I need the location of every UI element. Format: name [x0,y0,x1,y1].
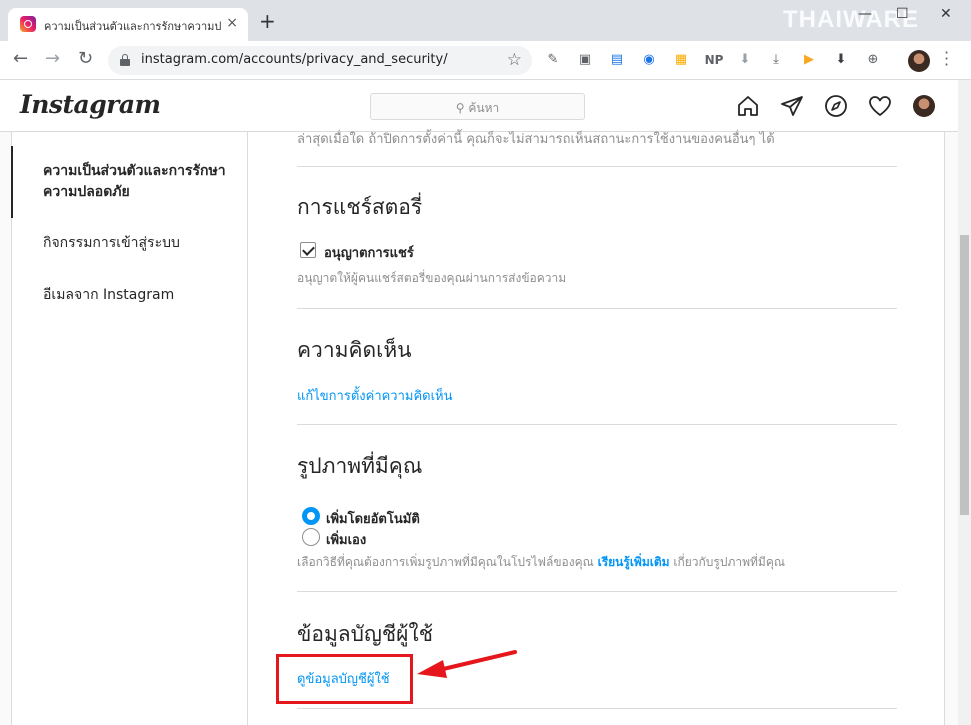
browser-toolbar: ← → ↻ instagram.com/accounts/privacy_and… [0,41,971,80]
truncated-activity-status-text: ล่าสุดเมื่อใด ถ้าปิดการตั้งค่านี้ คุณก็จ… [297,132,775,147]
settings-card: ความเป็นส่วนตัวและการรักษาความปลอดภัย กิ… [11,132,945,725]
url-text[interactable]: instagram.com/accounts/privacy_and_secur… [141,52,448,67]
back-icon[interactable]: ← [13,49,28,69]
browser-tab[interactable]: ความเป็นส่วนตัวและการรักษาความปลอดภัย × [8,8,248,41]
extension-arrow-down-icon[interactable]: ⬇ [833,52,849,68]
minimize-icon[interactable]: — [858,6,872,22]
reload-icon[interactable]: ↻ [78,49,93,69]
add-automatically-radio[interactable] [302,507,320,525]
sidebar-item-privacy-security[interactable]: ความเป็นส่วนตัวและการรักษาความปลอดภัย [43,161,233,203]
address-bar[interactable]: instagram.com/accounts/privacy_and_secur… [108,46,532,75]
divider [297,424,897,425]
direct-message-icon[interactable] [780,94,804,118]
learn-more-link[interactable]: เรียนรู้เพิ่มเติม [598,555,670,569]
photos-help-text-end: เกี่ยวกับรูปภาพที่มีคุณ [669,555,785,569]
extension-np-icon[interactable]: NP [703,52,725,68]
bookmark-star-icon[interactable]: ☆ [507,50,522,70]
home-icon[interactable] [736,94,760,118]
edit-comment-settings-link[interactable]: แก้ไขการตั้งค่าความคิดเห็น [297,385,453,406]
divider [297,708,897,709]
search-icon: ⚲ [455,101,465,115]
browser-menu-icon[interactable]: · · · [944,45,949,73]
instagram-header: Instagram ⚲ ค้นหา [0,80,958,132]
activity-heart-icon[interactable] [868,94,892,118]
browser-profile-avatar[interactable] [908,50,930,72]
screen: ความเป็นส่วนตัวและการรักษาความปลอดภัย × … [0,0,971,725]
profile-avatar[interactable] [913,95,935,117]
extension-globe-icon[interactable]: ◉ [641,52,657,68]
annotation-highlight-box [276,654,413,704]
story-sharing-help: อนุญาตให้ผู้คนแชร์สตอรี่ของคุณผ่านการส่ง… [297,271,567,285]
story-sharing-title: การแชร์สตอรี่ [297,195,423,219]
photos-of-you-help: เลือกวิธีที่คุณต้องการเพิ่มรูปภาพที่มีคุ… [297,553,785,572]
search-placeholder: ค้นหา [468,101,500,115]
extension-play-icon[interactable]: ▶ [801,52,817,68]
sidebar-item-emails-from-instagram[interactable]: อีเมลจาก Instagram [43,285,233,306]
photos-help-text: เลือกวิธีที่คุณต้องการเพิ่มรูปภาพที่มีคุ… [297,555,598,569]
sidebar-item-login-activity[interactable]: กิจกรรมการเข้าสู่ระบบ [43,233,233,254]
new-tab-button[interactable]: + [259,11,276,31]
photos-of-you-title: รูปภาพที่มีคุณ [297,454,423,478]
extension-download-icon[interactable]: ⬇ [737,52,753,68]
extension-image-icon[interactable]: ▣ [577,52,593,68]
allow-sharing-label[interactable]: อนุญาตการแชร์ [324,242,414,263]
scrollbar-thumb[interactable] [960,235,969,515]
add-manually-radio[interactable] [302,528,320,546]
add-automatically-label[interactable]: เพิ่มโดยอัตโนมัติ [326,508,420,529]
instagram-logo[interactable]: Instagram [20,90,161,119]
add-manually-label[interactable]: เพิ่มเอง [326,529,366,550]
maximize-icon[interactable]: ☐ [896,6,909,22]
page-scrollbar[interactable] [958,80,971,725]
allow-sharing-checkbox[interactable] [300,242,316,258]
tab-title: ความเป็นส่วนตัวและการรักษาความปลอดภัย [44,20,222,33]
instagram-favicon-icon [20,16,36,32]
tab-close-icon[interactable]: × [226,15,238,31]
extension-book-icon[interactable]: ▤ [609,52,625,68]
close-window-icon[interactable]: ✕ [940,6,952,22]
extension-save-icon[interactable]: ⤓ [768,52,784,68]
extension-calendar-icon[interactable]: ▦ [673,52,689,68]
divider [297,591,897,592]
forward-icon[interactable]: → [45,49,60,69]
settings-sidebar: ความเป็นส่วนตัวและการรักษาความปลอดภัย กิ… [11,132,248,725]
divider [297,166,897,167]
explore-compass-icon[interactable] [824,94,848,118]
extension-circle-download-icon[interactable]: ⊕ [865,52,881,68]
browser-tabstrip: ความเป็นส่วนตัวและการรักษาความปลอดภัย × … [0,0,971,41]
lock-icon[interactable] [120,54,130,66]
divider [297,308,897,309]
search-input[interactable]: ⚲ ค้นหา [370,93,585,120]
annotation-arrow-icon [417,650,517,678]
settings-content: ล่าสุดเมื่อใด ถ้าปิดการตั้งค่านี้ คุณก็จ… [249,132,946,725]
active-indicator [11,146,13,218]
extension-edit-icon[interactable]: ✎ [545,52,561,68]
comments-title: ความคิดเห็น [297,338,412,362]
